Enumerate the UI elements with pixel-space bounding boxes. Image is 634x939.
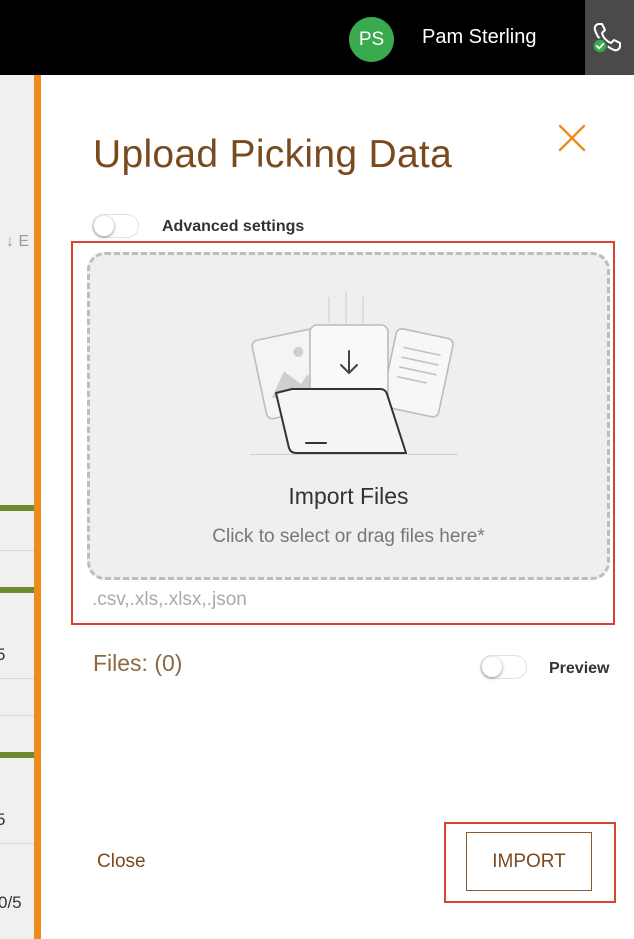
- background-divider: [0, 715, 36, 716]
- accepted-file-types: .csv,.xls,.xlsx,.json: [92, 589, 247, 610]
- background-page: ↓ E 5 5 0/5: [0, 75, 36, 939]
- dropzone-subtitle: Click to select or drag files here*: [212, 526, 485, 547]
- user-avatar[interactable]: PS: [349, 17, 394, 62]
- background-progress-bar: [0, 587, 36, 593]
- file-dropzone[interactable]: Import Files Click to select or drag fil…: [87, 252, 610, 580]
- panel-title: Upload Picking Data: [93, 133, 453, 176]
- background-divider: [0, 550, 36, 551]
- background-progress-bar: [0, 505, 36, 511]
- close-button[interactable]: Close: [97, 851, 146, 873]
- background-cell-text: 0/5: [0, 893, 22, 912]
- phone-button[interactable]: [585, 0, 634, 75]
- background-cell-text: 5: [0, 645, 6, 664]
- background-divider: [0, 843, 36, 844]
- background-cell-text: 5: [0, 810, 6, 829]
- background-progress-bar: [0, 752, 36, 758]
- upload-folder-illustration-icon: [250, 291, 458, 455]
- advanced-settings-toggle[interactable]: [92, 214, 139, 238]
- user-name[interactable]: Pam Sterling: [422, 26, 537, 49]
- upload-panel: Upload Picking Data Advanced settings Im…: [34, 75, 634, 939]
- toggle-knob: [94, 216, 114, 236]
- top-bar: PS Pam Sterling: [0, 0, 634, 75]
- preview-toggle[interactable]: [480, 655, 527, 679]
- background-divider: [0, 678, 36, 679]
- close-icon[interactable]: [557, 123, 587, 153]
- files-count-label: Files: (0): [93, 650, 183, 676]
- toggle-knob: [482, 657, 502, 677]
- dropzone-title: Import Files: [288, 483, 409, 509]
- preview-label: Preview: [549, 660, 610, 677]
- phone-connected-icon: [592, 23, 621, 54]
- advanced-settings-label: Advanced settings: [162, 218, 305, 235]
- import-button[interactable]: IMPORT: [466, 832, 592, 891]
- background-download-label: ↓ E: [6, 233, 30, 250]
